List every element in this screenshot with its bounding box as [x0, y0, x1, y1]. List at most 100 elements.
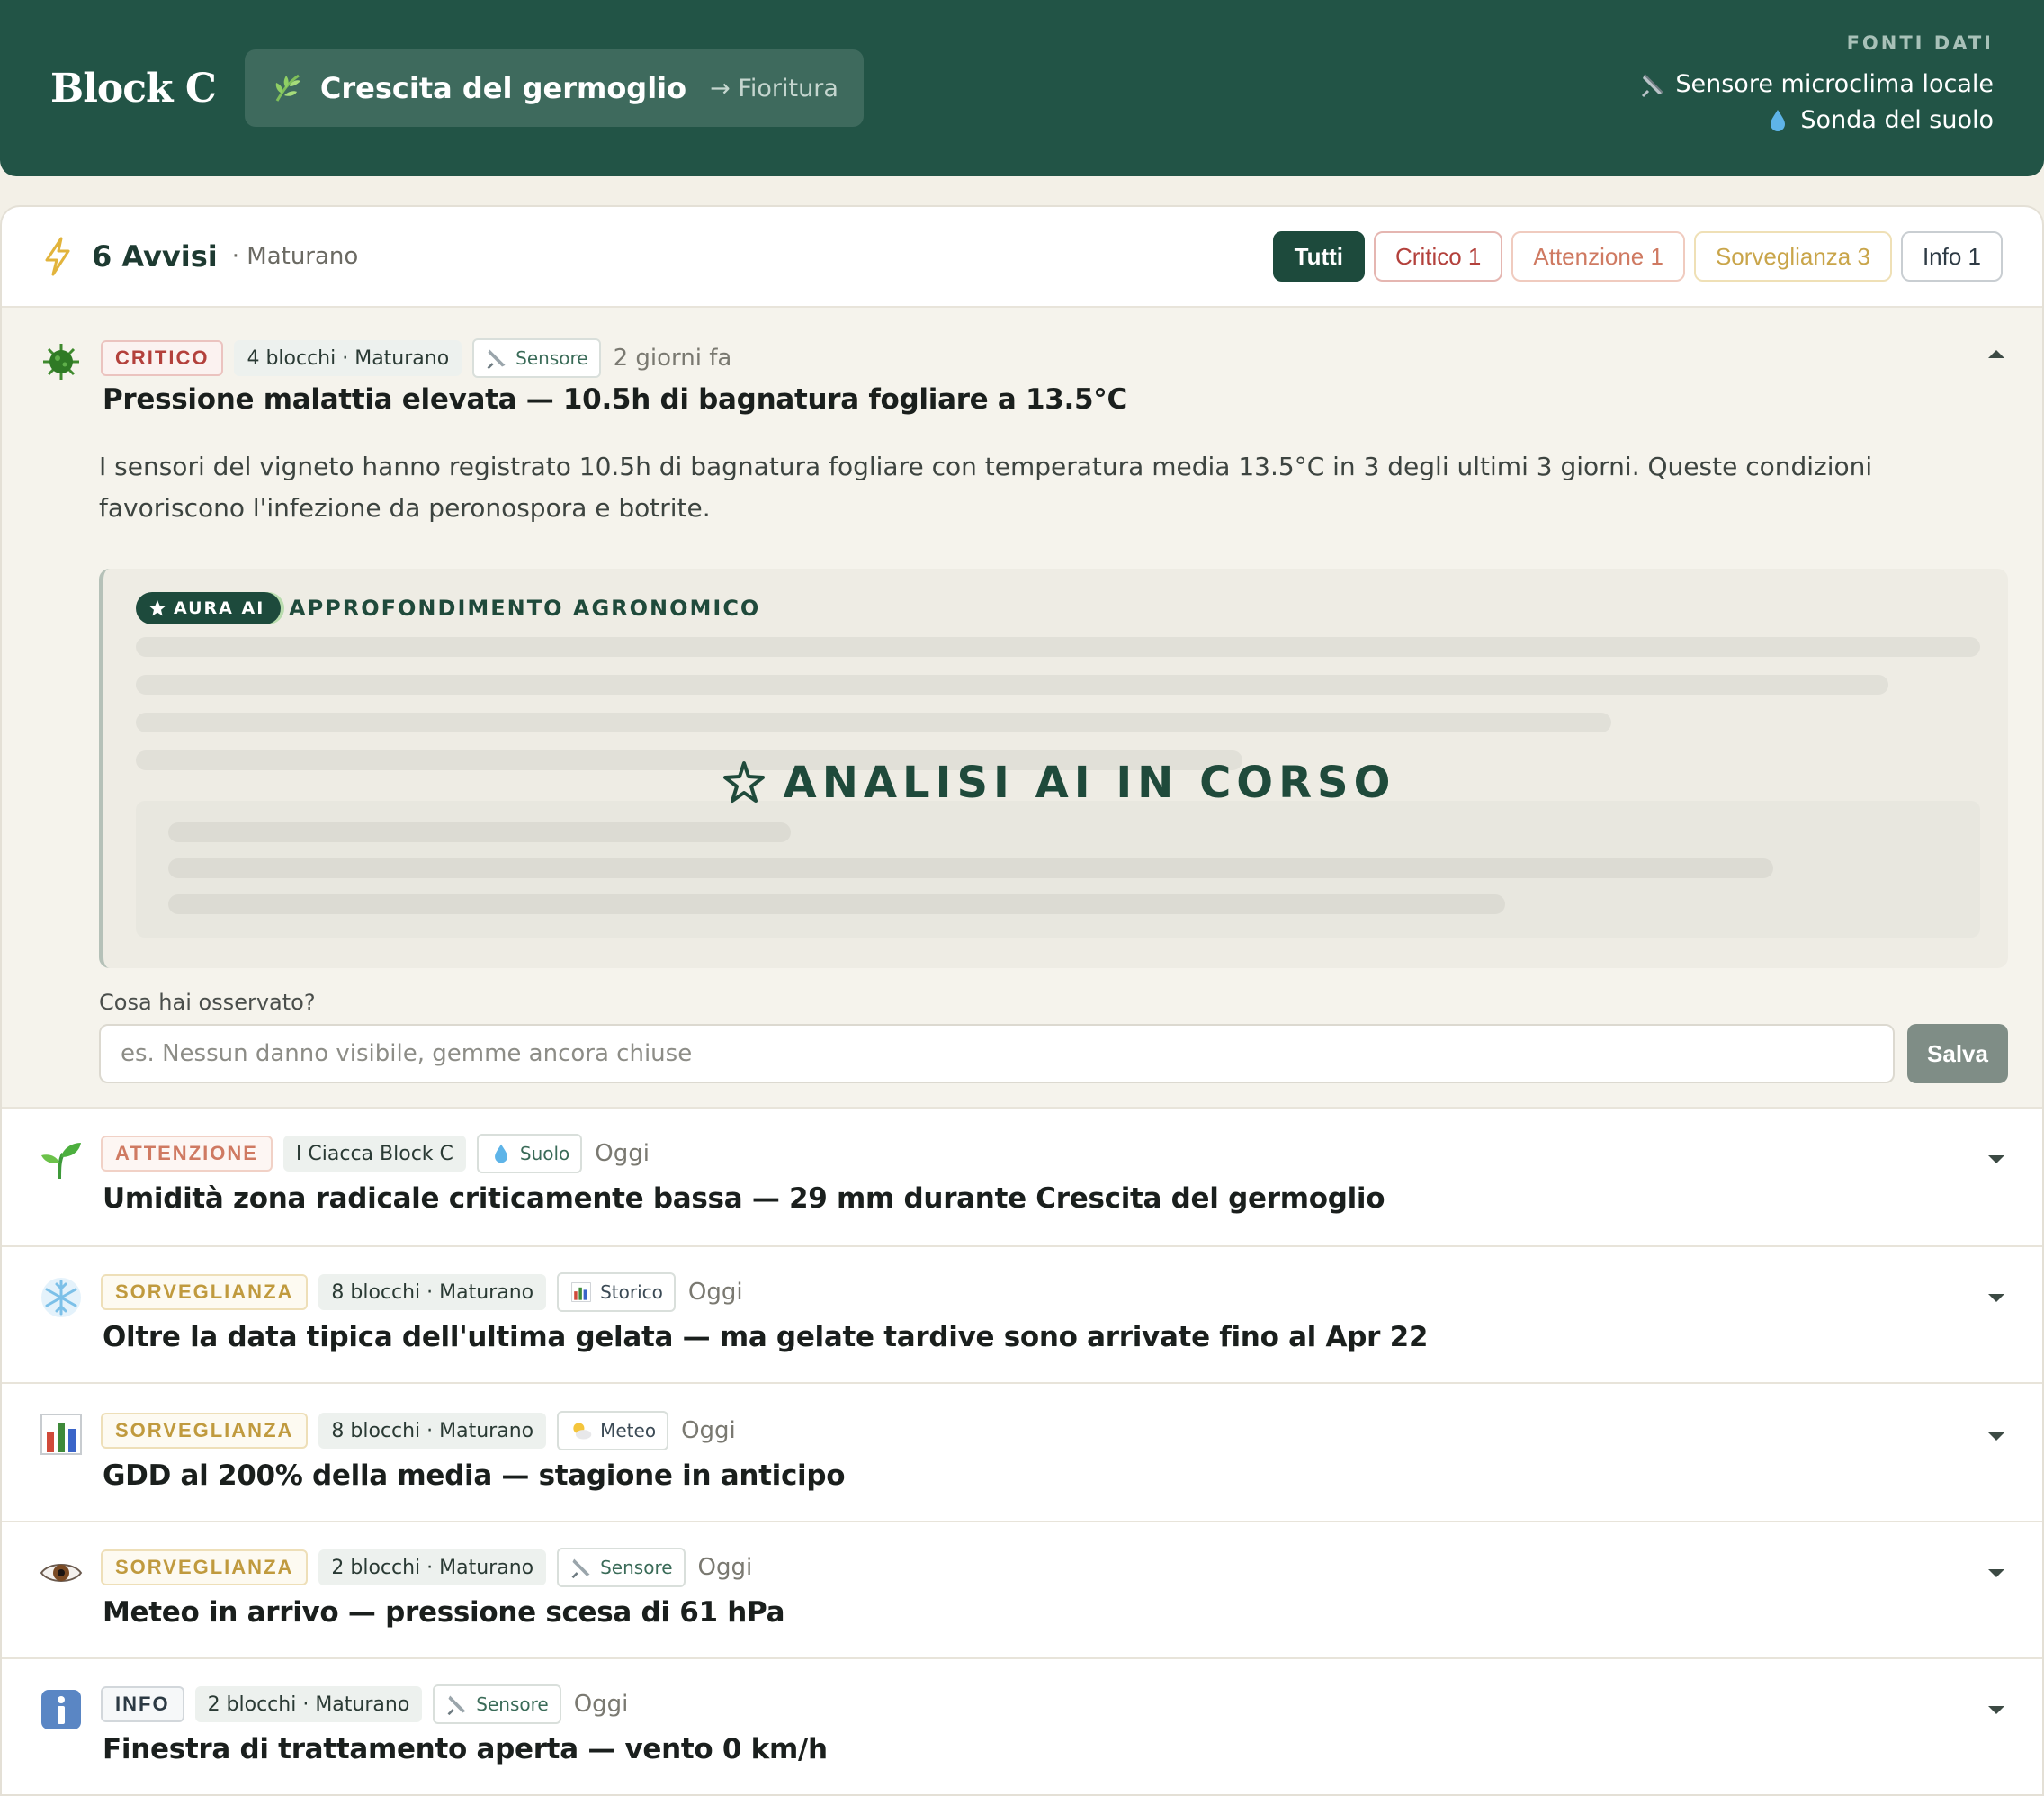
droplet-icon [1771, 110, 1786, 131]
filter-info[interactable]: Info 1 [1900, 231, 2003, 282]
alert-title: Umidità zona radicale criticamente bassa… [103, 1182, 1385, 1215]
source-label: Sensore [515, 347, 588, 369]
chevron-down-icon[interactable] [1986, 1154, 2006, 1166]
alerts-panel: 6 Avvisi · Maturano Tutti Critico 1 Atte… [0, 205, 2044, 1796]
alert-item-watch[interactable]: SORVEGLIANZA 8 blocchi · Maturano Meteo … [2, 1384, 2042, 1522]
scope-chip: 8 blocchi · Maturano [318, 1413, 547, 1449]
alerts-subtitle: · Maturano [231, 243, 359, 270]
alert-title: Pressione malattia elevata — 10.5h di ba… [103, 383, 1127, 416]
source-label: Sonda del suolo [1800, 106, 1994, 134]
severity-badge: ATTENZIONE [101, 1136, 273, 1172]
source-chip: Sensore [433, 1684, 561, 1724]
filter-group: Tutti Critico 1 Attenzione 1 Sorveglianz… [1272, 231, 2003, 282]
stage-pill: Crescita del germoglio → Fioritura [244, 49, 864, 127]
observation-input[interactable] [99, 1024, 1895, 1083]
alert-item-info[interactable]: INFO 2 blocchi · Maturano Sensore Oggi F… [2, 1659, 2042, 1794]
ai-status-label: ANALISI AI IN CORSO [783, 758, 1396, 808]
timestamp: 2 giorni fa [613, 345, 732, 372]
alert-item-watch[interactable]: SORVEGLIANZA 8 blocchi · Maturano Storic… [2, 1247, 2042, 1384]
bar-chart-icon [571, 1282, 591, 1302]
ai-insight-panel: AURA AI APPROFONDIMENTO AGRONOMICO ANALI… [99, 569, 2008, 968]
scope-chip: 8 blocchi · Maturano [318, 1274, 547, 1310]
data-sources: FONTI DATI Sensore microclima locale Son… [1639, 32, 1994, 139]
alert-meta: CRITICO 4 blocchi · Maturano Sensore 2 g… [101, 338, 731, 378]
alert-title: Finestra di trattamento aperta — vento 0… [103, 1733, 828, 1765]
filter-attention[interactable]: Attenzione 1 [1511, 231, 1685, 282]
leaf-icon [275, 74, 300, 102]
chevron-down-icon[interactable] [1986, 1431, 2006, 1443]
timestamp: Oggi [573, 1691, 629, 1718]
source-chip: Meteo [557, 1411, 669, 1450]
source-soil-probe: Sonda del suolo [1639, 103, 1994, 139]
timestamp: Oggi [697, 1554, 753, 1581]
alert-item-attention[interactable]: ATTENZIONE I Ciacca Block C Suolo Oggi U… [2, 1109, 2042, 1247]
chevron-up-icon[interactable] [1986, 347, 2006, 360]
chevron-down-icon[interactable] [1986, 1567, 2006, 1580]
ai-section-title: APPROFONDIMENTO AGRONOMICO [289, 596, 761, 621]
source-chip: Suolo [476, 1134, 583, 1173]
alerts-header: 6 Avvisi · Maturano Tutti Critico 1 Atte… [2, 207, 2042, 308]
alert-meta: SORVEGLIANZA 8 blocchi · Maturano Meteo … [101, 1411, 736, 1450]
info-icon [41, 1690, 81, 1729]
bar-chart-icon [40, 1414, 82, 1455]
scope-chip: I Ciacca Block C [282, 1136, 466, 1172]
droplet-icon [494, 1144, 507, 1163]
lightning-icon [45, 237, 70, 276]
skeleton-line [136, 675, 1888, 695]
virus-icon [43, 344, 79, 380]
scope-chip: 2 blocchi · Maturano [318, 1549, 547, 1585]
skeleton-line [168, 894, 1505, 914]
timestamp: Oggi [595, 1140, 650, 1167]
scope-chip: 4 blocchi · Maturano [234, 340, 462, 376]
severity-badge: SORVEGLIANZA [101, 1549, 309, 1585]
alert-meta: SORVEGLIANZA 8 blocchi · Maturano Storic… [101, 1272, 743, 1312]
scope-chip: 2 blocchi · Maturano [194, 1686, 423, 1722]
ai-status: ANALISI AI IN CORSO [103, 758, 2013, 808]
header: Block C Crescita del germoglio → Fioritu… [0, 0, 2044, 176]
alert-meta: INFO 2 blocchi · Maturano Sensore Oggi [101, 1684, 628, 1724]
eye-icon [40, 1564, 83, 1582]
filter-critical[interactable]: Critico 1 [1374, 231, 1503, 282]
source-label: Sensore microclima locale [1675, 70, 1994, 98]
skeleton-line [168, 858, 1773, 878]
source-label: Meteo [600, 1420, 657, 1441]
satellite-icon [487, 349, 506, 370]
timestamp: Oggi [681, 1417, 736, 1444]
source-label: Storico [600, 1281, 663, 1303]
alert-item-critical[interactable]: CRITICO 4 blocchi · Maturano Sensore 2 g… [2, 308, 2042, 1109]
block-title: Block C [50, 65, 217, 112]
source-microclimate: Sensore microclima locale [1639, 67, 1994, 103]
alerts-count: 6 Avvisi [92, 239, 218, 274]
sun-cloud-icon [573, 1423, 592, 1440]
star-icon [149, 600, 166, 616]
alert-title: Meteo in arrivo — pressione scesa di 61 … [103, 1596, 785, 1629]
stage-current: Crescita del germoglio [319, 71, 687, 105]
filter-all[interactable]: Tutti [1272, 231, 1366, 282]
skeleton-line [136, 713, 1611, 732]
filter-watch[interactable]: Sorveglianza 3 [1693, 231, 1892, 282]
sparkle-icon [722, 761, 765, 803]
observation-label: Cosa hai osservato? [99, 990, 316, 1015]
source-chip: Sensore [557, 1548, 686, 1587]
ai-badge: AURA AI [136, 592, 282, 624]
skeleton-line [168, 822, 791, 842]
alert-meta: ATTENZIONE I Ciacca Block C Suolo Oggi [101, 1134, 650, 1173]
alert-meta: SORVEGLIANZA 2 blocchi · Maturano Sensor… [101, 1548, 752, 1587]
severity-badge: CRITICO [101, 340, 224, 376]
source-label: Sensore [600, 1557, 673, 1578]
ai-badge-label: AURA AI [174, 598, 265, 618]
chevron-down-icon[interactable] [1986, 1704, 2006, 1717]
satellite-icon [571, 1558, 590, 1579]
skeleton-card [136, 801, 1980, 938]
save-button[interactable]: Salva [1907, 1024, 2008, 1083]
chevron-down-icon[interactable] [1986, 1292, 2006, 1305]
severity-badge: SORVEGLIANZA [101, 1413, 309, 1449]
skeleton-line [136, 637, 1980, 657]
alert-item-watch[interactable]: SORVEGLIANZA 2 blocchi · Maturano Sensor… [2, 1522, 2042, 1659]
source-chip: Storico [557, 1272, 676, 1312]
source-chip: Sensore [472, 338, 601, 378]
timestamp: Oggi [687, 1279, 743, 1306]
sprout-icon [41, 1143, 81, 1180]
stage-next: → Fioritura [710, 74, 838, 103]
alert-title: GDD al 200% della media — stagione in an… [103, 1459, 846, 1492]
